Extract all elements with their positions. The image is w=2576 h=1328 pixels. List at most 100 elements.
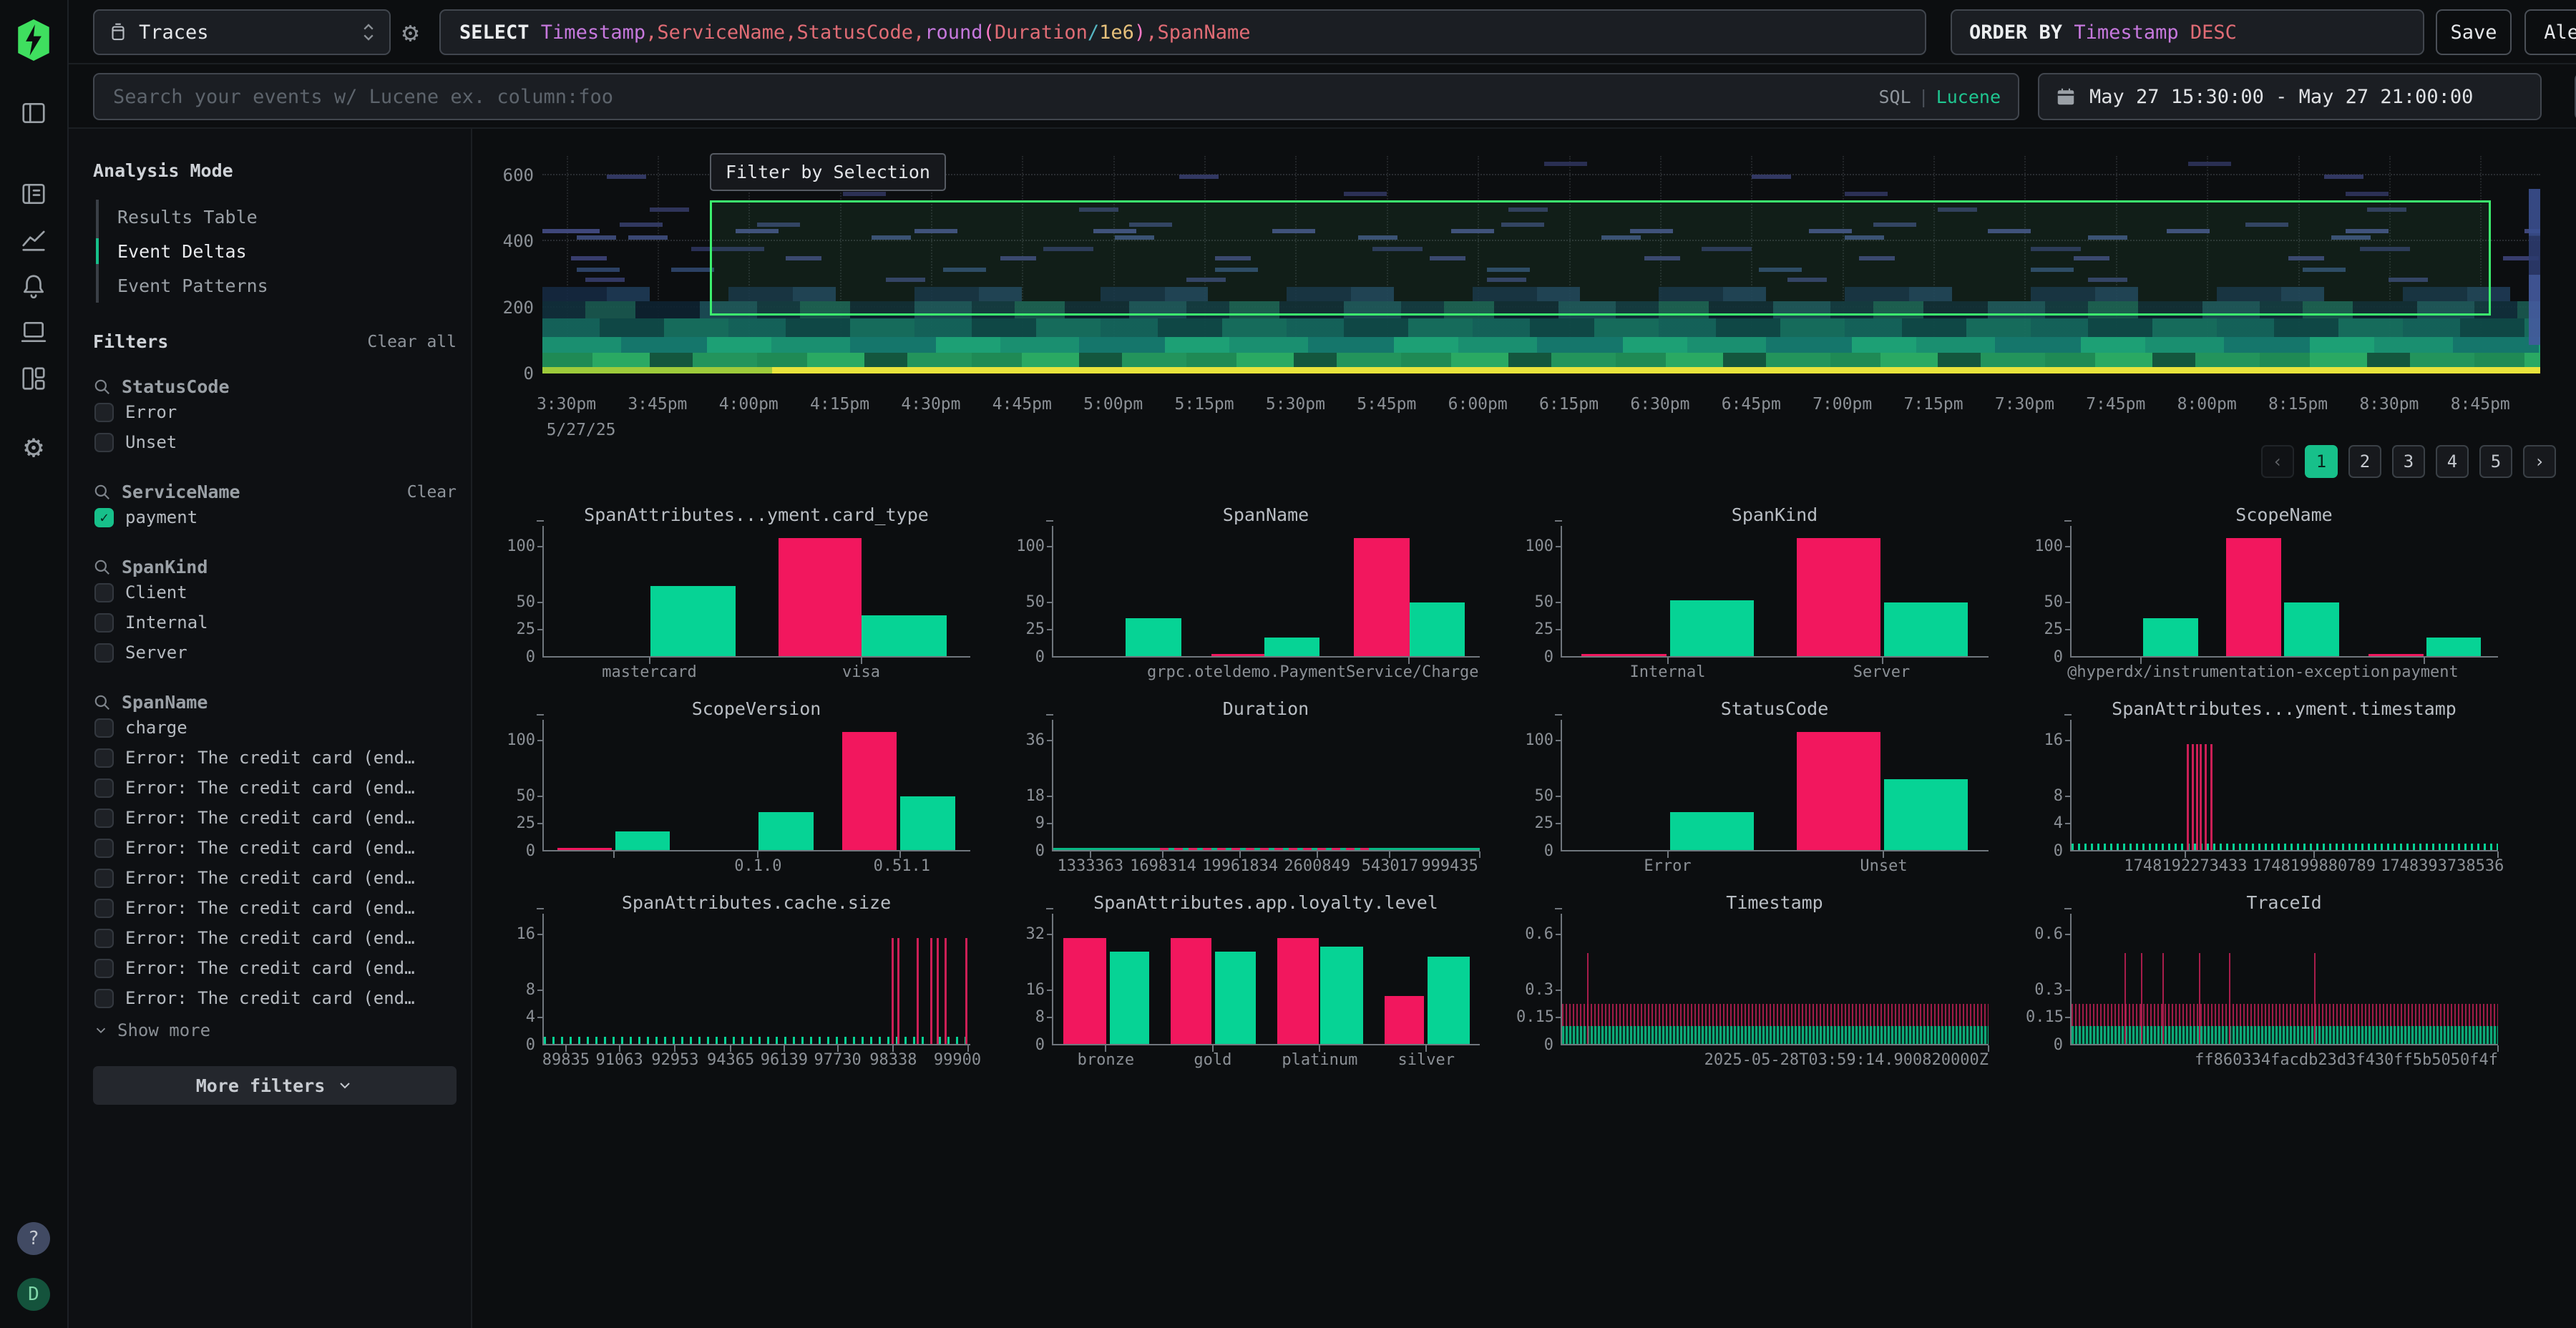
mini-chart-title: SpanAttributes...yment.card_type (542, 504, 970, 525)
mini-chart-span-card-type: SpanAttributes...yment.card_type10050250… (498, 504, 999, 692)
chevron-down-icon (336, 1077, 353, 1094)
filter-option[interactable]: Unset (93, 427, 457, 457)
filter-option[interactable]: charge (93, 713, 457, 743)
mini-y-tick: 50 (2026, 593, 2063, 611)
search-results-icon[interactable] (20, 180, 47, 208)
show-more-label: Show more (117, 1020, 210, 1040)
analysis-mode-event-deltas[interactable]: Event Deltas (99, 234, 457, 268)
mini-y-stub (1047, 823, 1053, 824)
filter-option[interactable]: Error: The credit card (end… (93, 983, 457, 1013)
mini-x-label: platinum (1282, 1051, 1357, 1069)
filter-option[interactable]: Error: The credit card (end… (93, 833, 457, 863)
order-by-input[interactable]: ORDER BY Timestamp DESC (1951, 9, 2424, 55)
date-range-picker[interactable]: May 27 15:30:00 - May 27 21:00:00 (2038, 73, 2542, 120)
checkbox[interactable] (94, 403, 114, 422)
help-button[interactable]: ? (17, 1222, 50, 1255)
alerts-bell-icon[interactable] (20, 273, 47, 300)
filter-option[interactable]: Error: The credit card (end… (93, 953, 457, 983)
mini-spike-selection (917, 938, 919, 1044)
checkbox[interactable] (94, 899, 114, 918)
sessions-icon[interactable] (20, 318, 47, 346)
query-settings-gear-icon[interactable]: ⚙ (402, 19, 419, 46)
show-more-link[interactable]: Show more (93, 1015, 457, 1046)
checkbox[interactable] (94, 959, 114, 978)
pagination-page-5[interactable]: 5 (2479, 445, 2512, 478)
mini-y-stub (1047, 934, 1053, 935)
save-button[interactable]: Save (2436, 9, 2512, 55)
checkbox[interactable] (94, 929, 114, 948)
user-avatar[interactable]: D (17, 1278, 50, 1311)
alerts-button[interactable]: Alerts (2524, 9, 2576, 55)
filter-option[interactable]: Error: The credit card (end… (93, 803, 457, 833)
checkbox-checked[interactable]: ✓ (94, 508, 114, 527)
pagination-page-1[interactable]: 1 (2305, 445, 2338, 478)
mini-y-stub (2065, 546, 2072, 547)
filter-option[interactable]: Error: The credit card (end… (93, 743, 457, 773)
pagination-next-button[interactable]: › (2523, 445, 2556, 478)
hyperdx-logo-icon[interactable] (18, 19, 49, 61)
filter-option[interactable]: Server (93, 638, 457, 668)
language-sql[interactable]: SQL (1878, 87, 1911, 107)
checkbox[interactable] (94, 989, 114, 1008)
checkbox[interactable] (94, 433, 114, 452)
filter-option-label: Error: The credit card (end… (125, 808, 415, 828)
analysis-mode-event-patterns[interactable]: Event Patterns (99, 268, 457, 303)
panel-toggle-icon[interactable] (20, 99, 47, 127)
checkbox[interactable] (94, 613, 114, 633)
mini-y-tick: 0 (498, 1036, 535, 1054)
mini-bar-baseline (862, 615, 947, 656)
select-clause-input[interactable]: SELECT Timestamp,ServiceName,StatusCode,… (439, 9, 1926, 55)
analysis-mode-results-table[interactable]: Results Table (99, 200, 457, 234)
language-lucene[interactable]: Lucene (1936, 87, 2001, 107)
time-selection-rectangle[interactable] (710, 200, 2491, 316)
mini-spike-selection (2314, 953, 2316, 1044)
filter-option[interactable]: Error: The credit card (end… (93, 863, 457, 893)
sql-token: ServiceName (657, 21, 785, 44)
filter-by-selection-tooltip[interactable]: Filter by Selection (710, 153, 946, 191)
chart-explorer-icon[interactable] (20, 226, 47, 253)
filter-panel: Analysis Mode Results TableEvent DeltasE… (69, 129, 472, 1328)
mini-chart-scope-name: ScopeName10050250@hyperdx/instrumentatio… (2026, 504, 2527, 692)
main-content: 6004002000 Filter by Selection 3:30pm3:4… (472, 129, 2576, 1328)
mini-x-label: visa (842, 663, 880, 681)
filter-option[interactable]: Error: The credit card (end… (93, 923, 457, 953)
checkbox[interactable] (94, 643, 114, 663)
filter-group-name: SpanName (122, 692, 457, 713)
source-select[interactable]: Traces (93, 9, 391, 55)
filter-option[interactable]: Internal (93, 607, 457, 638)
search-input[interactable] (112, 85, 1864, 109)
checkbox[interactable] (94, 839, 114, 858)
mini-bar-baseline (615, 831, 670, 850)
sql-token: SpanName (1157, 21, 1250, 44)
checkbox[interactable] (94, 718, 114, 738)
pagination-prev-button[interactable]: ‹ (2261, 445, 2294, 478)
filter-option[interactable]: Error: The credit card (end… (93, 773, 457, 803)
pagination-page-4[interactable]: 4 (2436, 445, 2469, 478)
filter-option[interactable]: Error: The credit card (end… (93, 893, 457, 923)
mini-x-label: grpc.oteldemo.PaymentService/Charge (1147, 663, 1479, 681)
heatmap-x-tick: 5:45pm (1357, 395, 1416, 414)
mini-y-stub (1556, 990, 1562, 991)
checkbox[interactable] (94, 748, 114, 768)
pagination-page-2[interactable]: 2 (2348, 445, 2381, 478)
filter-option[interactable]: Client (93, 577, 457, 607)
dashboards-icon[interactable] (20, 365, 47, 392)
filter-option[interactable]: Error (93, 397, 457, 427)
settings-gear-icon[interactable]: ⚙ (24, 431, 44, 463)
checkbox[interactable] (94, 583, 114, 602)
mini-y-tick: 8 (1008, 1008, 1045, 1026)
pagination: ‹ 12345 › (2261, 445, 2556, 478)
clear-filter-link[interactable]: Clear (407, 483, 457, 502)
checkbox[interactable] (94, 869, 114, 888)
sql-token: SELECT (459, 21, 541, 44)
clear-all-link[interactable]: Clear all (367, 333, 457, 351)
pagination-page-3[interactable]: 3 (2392, 445, 2425, 478)
checkbox[interactable] (94, 809, 114, 828)
mini-bar-baseline (650, 586, 736, 656)
mini-y-tick: 0.6 (1516, 925, 1553, 943)
more-filters-button[interactable]: More filters (93, 1066, 457, 1105)
mini-x-label: 1698314 (1130, 857, 1196, 875)
filter-option[interactable]: ✓payment (93, 502, 457, 532)
mini-spike-selection (2199, 953, 2200, 1044)
checkbox[interactable] (94, 778, 114, 798)
